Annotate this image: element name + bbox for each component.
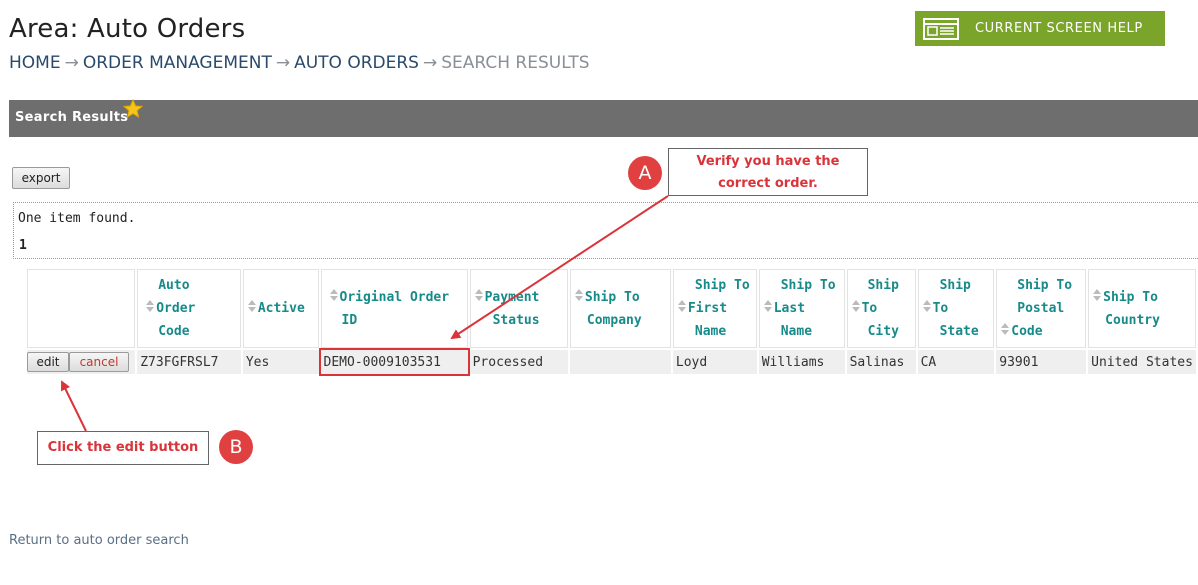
return-to-search-link[interactable]: Return to auto order search [9, 533, 189, 548]
page-title: Area: Auto Orders [9, 14, 246, 44]
help-screen-icon [921, 17, 961, 41]
cell-ship-to-postal-code: 93901 [996, 350, 1087, 374]
column-header-ship-to-country[interactable]: Ship To Country [1088, 269, 1196, 348]
breadcrumb: HOME → ORDER MANAGEMENT → AUTO ORDERS → SEARCH… [9, 53, 590, 73]
arrow-b [61, 380, 87, 432]
row-actions: edit cancel [27, 350, 136, 374]
export-button[interactable]: export [12, 167, 70, 189]
section-title: Search Results [15, 110, 129, 125]
cell-original-order-id: DEMO-0009103531 [318, 348, 470, 376]
edit-button[interactable]: edit [27, 352, 69, 372]
table-header-row: Auto Order Code Active Original Order ID… [27, 269, 1196, 348]
cell-auto-order-code: Z73FGFRSL7 [137, 350, 241, 374]
breadcrumb-auto-orders[interactable]: AUTO ORDERS [294, 53, 419, 73]
sort-icon [677, 297, 686, 320]
callout-a-line-1: Verify you have the [696, 154, 840, 169]
search-results-header: Search Results [9, 98, 1198, 137]
column-header-ship-to-last-name[interactable]: Ship To Last Name [758, 269, 845, 348]
annotation-badge-a: A [628, 156, 662, 190]
sort-icon [922, 297, 931, 320]
annotation-callout-b: Click the edit button [37, 431, 209, 465]
breadcrumb-order-management[interactable]: ORDER MANAGEMENT [83, 53, 272, 73]
breadcrumb-home[interactable]: HOME [9, 53, 61, 73]
column-header-ship-to-postal-code[interactable]: Ship To Postal Code [996, 269, 1087, 348]
callout-a-line-2: correct order. [718, 176, 818, 191]
help-button-label: CURRENT SCREEN HELP [975, 21, 1143, 36]
annotation-badge-b: B [219, 430, 253, 464]
column-header-auto-order-code[interactable]: Auto Order Code [137, 269, 241, 348]
column-header-active[interactable]: Active [242, 269, 319, 348]
sort-icon [763, 297, 772, 320]
result-summary: One item found. 1 [13, 202, 1198, 259]
items-found-text: One item found. [18, 211, 136, 226]
breadcrumb-separator: → [275, 53, 291, 73]
current-screen-help-button[interactable]: CURRENT SCREEN HELP [915, 11, 1165, 46]
column-header-ship-to-state[interactable]: Ship To State [917, 269, 995, 348]
sort-icon [146, 297, 155, 320]
column-header-ship-to-first-name[interactable]: Ship To First Name [672, 269, 757, 348]
column-header-ship-to-company[interactable]: Ship To Company [569, 269, 671, 348]
breadcrumb-separator: → [64, 53, 79, 73]
actions-column-header [27, 269, 136, 348]
cell-ship-to-country: United States [1088, 350, 1196, 374]
cancel-button[interactable]: cancel [69, 352, 129, 372]
cell-payment-status: Processed [469, 350, 568, 374]
cell-ship-to-state: CA [917, 350, 995, 374]
breadcrumb-search-results: SEARCH RESULTS [441, 53, 590, 73]
sort-icon [1001, 320, 1010, 343]
sort-icon [574, 286, 583, 309]
column-header-original-order-id[interactable]: Original Order ID [320, 269, 468, 348]
results-table: Auto Order Code Active Original Order ID… [25, 267, 1198, 376]
column-header-ship-to-city[interactable]: Ship To City [846, 269, 916, 348]
sort-icon [474, 286, 483, 309]
annotation-callout-a: Verify you have the correct order. [668, 148, 868, 196]
cell-ship-to-last-name: Williams [758, 350, 845, 374]
table-row: edit cancel Z73FGFRSL7 Yes DEMO-000910353… [27, 348, 1196, 376]
cell-ship-to-first-name: Loyd [672, 350, 757, 374]
breadcrumb-separator: → [422, 53, 438, 73]
cell-active: Yes [242, 350, 319, 374]
sort-icon [1093, 286, 1102, 309]
pagination-page-1[interactable]: 1 [19, 238, 27, 253]
favorite-star-icon[interactable] [122, 98, 144, 122]
sort-icon [851, 297, 860, 320]
sort-icon [247, 297, 256, 320]
cell-ship-to-company [569, 350, 671, 374]
cell-ship-to-city: Salinas [846, 350, 916, 374]
sort-icon [329, 286, 338, 309]
column-header-payment-status[interactable]: Payment Status [469, 269, 568, 348]
